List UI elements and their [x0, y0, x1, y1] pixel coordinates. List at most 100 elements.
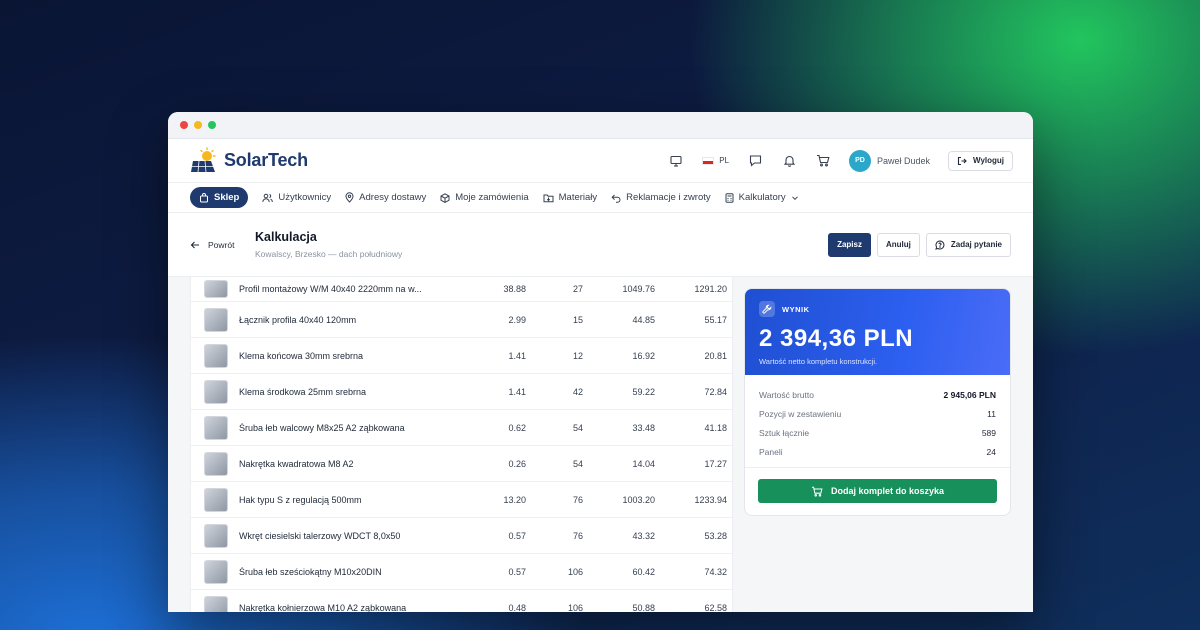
- table-row[interactable]: Nakrętka kołnierzowa M10 A2 ząbkowana 0.4…: [191, 590, 732, 612]
- product-thumbnail: [204, 451, 228, 476]
- net-value: 50.88: [632, 602, 655, 613]
- close-window-dot[interactable]: [180, 121, 188, 129]
- nav-item-label: Moje zamówienia: [455, 192, 529, 203]
- page-subtitle: Kowalscy, Brzesko — dach południowy: [255, 249, 403, 259]
- language-code: PL: [719, 156, 729, 165]
- nav-item-delivery-addresses[interactable]: Adresy dostawy: [345, 192, 426, 203]
- gross-value: 20.81: [704, 350, 727, 361]
- table-row[interactable]: Klema środkowa 25mm srebrna 1.41 42 59.22 72…: [191, 374, 732, 410]
- product-name: Śruba łeb walcowy M8x25 A2 ząbkowana: [239, 422, 405, 433]
- cart-icon[interactable]: [815, 153, 831, 169]
- product-name: Hak typu S z regulacją 500mm: [239, 494, 362, 505]
- quantity: 27: [572, 284, 583, 294]
- stat-label: Paneli: [759, 446, 783, 457]
- product-name: Klema środkowa 25mm srebrna: [239, 386, 367, 397]
- monitor-icon[interactable]: [668, 153, 684, 169]
- unit-price: 0.48: [508, 602, 526, 613]
- folder-icon: [543, 194, 554, 202]
- page-header: Powrót Kalkulacja Kowalscy, Brzesko — da…: [168, 213, 1033, 277]
- save-button[interactable]: Zapisz: [828, 232, 871, 257]
- result-summary: WYNIK 2 394,36 PLN Wartość netto komplet…: [745, 289, 1010, 375]
- product-thumbnail: [204, 523, 228, 548]
- stat-label: Wartość brutto: [759, 389, 814, 400]
- table-row[interactable]: Wkręt ciesielski talerzowy WDCT 8,0x50 0.…: [191, 518, 732, 554]
- product-name: Nakrętka kołnierzowa M10 A2 ząbkowana: [239, 602, 407, 613]
- gross-value: 62.58: [704, 602, 727, 613]
- stat-value: 11: [987, 408, 996, 419]
- nav-item-users[interactable]: Użytkownicy: [262, 192, 331, 203]
- unit-price: 0.26: [508, 458, 526, 469]
- stat-label: Sztuk łącznie: [759, 427, 810, 438]
- net-value: 44.85: [632, 314, 655, 325]
- page-title: Kalkulacja: [255, 230, 317, 244]
- table-row[interactable]: Nakrętka kwadratowa M8 A2 0.26 54 14.04 17.2…: [191, 446, 732, 482]
- add-to-cart-label: Dodaj komplet do koszyka: [830, 486, 945, 496]
- cancel-button[interactable]: Anuluj: [876, 232, 920, 257]
- nav-item-materials[interactable]: Materiały: [543, 192, 597, 203]
- question-bubble-icon: [935, 239, 945, 250]
- brand-name: SolarTech: [224, 150, 308, 170]
- net-value: 33.48: [632, 422, 655, 433]
- stat-pieces: Sztuk łącznie 589: [759, 423, 996, 442]
- stat-positions: Pozycji w zestawieniu 11: [759, 404, 996, 423]
- user-menu[interactable]: PD Paweł Dudek: [849, 149, 931, 172]
- result-heading: WYNIK: [759, 301, 996, 317]
- table-row[interactable]: Profil montażowy W/M 40x40 2220mm na w..…: [191, 277, 732, 302]
- product-name: Profil montażowy W/M 40x40 2220mm na w..…: [239, 284, 422, 294]
- user-name: Paweł Dudek: [877, 155, 931, 166]
- result-card: WYNIK 2 394,36 PLN Wartość netto komplet…: [744, 288, 1011, 516]
- nav-item-my-orders[interactable]: Moje zamówienia: [440, 192, 529, 203]
- product-name: Wkręt ciesielski talerzowy WDCT 8,0x50: [239, 530, 401, 541]
- brand-logo[interactable]: SolarTech: [190, 146, 308, 175]
- gross-value: 55.17: [704, 314, 727, 325]
- logout-button[interactable]: Wyloguj: [948, 150, 1013, 171]
- nav-item-label: Reklamacje i zwroty: [626, 192, 711, 203]
- shopping-bag-icon: [200, 192, 208, 202]
- logout-icon: [957, 156, 967, 165]
- product-name: Nakrętka kwadratowa M8 A2: [239, 458, 354, 469]
- table-row[interactable]: Klema końcowa 30mm srebrna 1.41 12 16.92 20.…: [191, 338, 732, 374]
- net-value: 59.22: [632, 386, 655, 397]
- bell-icon[interactable]: [781, 153, 797, 169]
- add-to-cart-button[interactable]: Dodaj komplet do koszyka: [758, 479, 997, 503]
- product-name: Śruba łeb sześciokątny M10x20DIN: [239, 566, 382, 577]
- nav-item-returns[interactable]: Reklamacje i zwroty: [611, 192, 711, 203]
- unit-price: 0.57: [508, 566, 526, 577]
- nav-item-shop[interactable]: Sklep: [190, 187, 249, 208]
- poland-flag-icon: [702, 156, 715, 165]
- minimize-window-dot[interactable]: [194, 121, 202, 129]
- result-value: 2 394,36 PLN: [759, 325, 914, 352]
- language-switcher[interactable]: PL: [702, 156, 729, 165]
- product-thumbnail: [204, 307, 228, 332]
- header-actions: Zapisz Anuluj Zadaj pytanie: [828, 232, 1011, 257]
- net-value: 43.32: [632, 530, 655, 541]
- back-label: Powrót: [208, 239, 235, 250]
- nav-item-calculators[interactable]: Kalkulatory: [725, 192, 799, 203]
- back-button[interactable]: Powrót: [190, 240, 255, 250]
- gross-value: 74.32: [704, 566, 727, 577]
- table-row[interactable]: Hak typu S z regulacją 500mm 13.20 76 1003.…: [191, 482, 732, 518]
- ask-question-button[interactable]: Zadaj pytanie: [925, 232, 1011, 257]
- quantity: 15: [572, 314, 583, 325]
- unit-price: 1.41: [508, 386, 526, 397]
- product-thumbnail: [204, 343, 228, 368]
- gross-value: 72.84: [704, 386, 727, 397]
- ask-question-label: Zadaj pytanie: [950, 240, 1002, 249]
- logout-label: Wyloguj: [973, 156, 1004, 165]
- nav-item-label: Adresy dostawy: [359, 192, 427, 203]
- gross-value: 1233.94: [694, 494, 727, 505]
- product-thumbnail: [204, 595, 228, 612]
- map-pin-icon: [345, 192, 354, 203]
- net-value: 16.92: [632, 350, 655, 361]
- table-row[interactable]: Śruba łeb sześciokątny M10x20DIN 0.57 106 6…: [191, 554, 732, 590]
- maximize-window-dot[interactable]: [208, 121, 216, 129]
- table-row[interactable]: Łącznik profila 40x40 120mm 2.99 15 44.85 55…: [191, 302, 732, 338]
- unit-price: 38.88: [503, 284, 526, 294]
- stat-value: 2 945,06 PLN: [943, 389, 996, 400]
- quantity: 54: [572, 458, 583, 469]
- result-stats: Wartość brutto 2 945,06 PLN Pozycji w ze…: [745, 375, 1010, 468]
- quantity: 42: [572, 386, 583, 397]
- product-thumbnail: [204, 415, 228, 440]
- chat-icon[interactable]: [747, 153, 763, 169]
- table-row[interactable]: Śruba łeb walcowy M8x25 A2 ząbkowana 0.62…: [191, 410, 732, 446]
